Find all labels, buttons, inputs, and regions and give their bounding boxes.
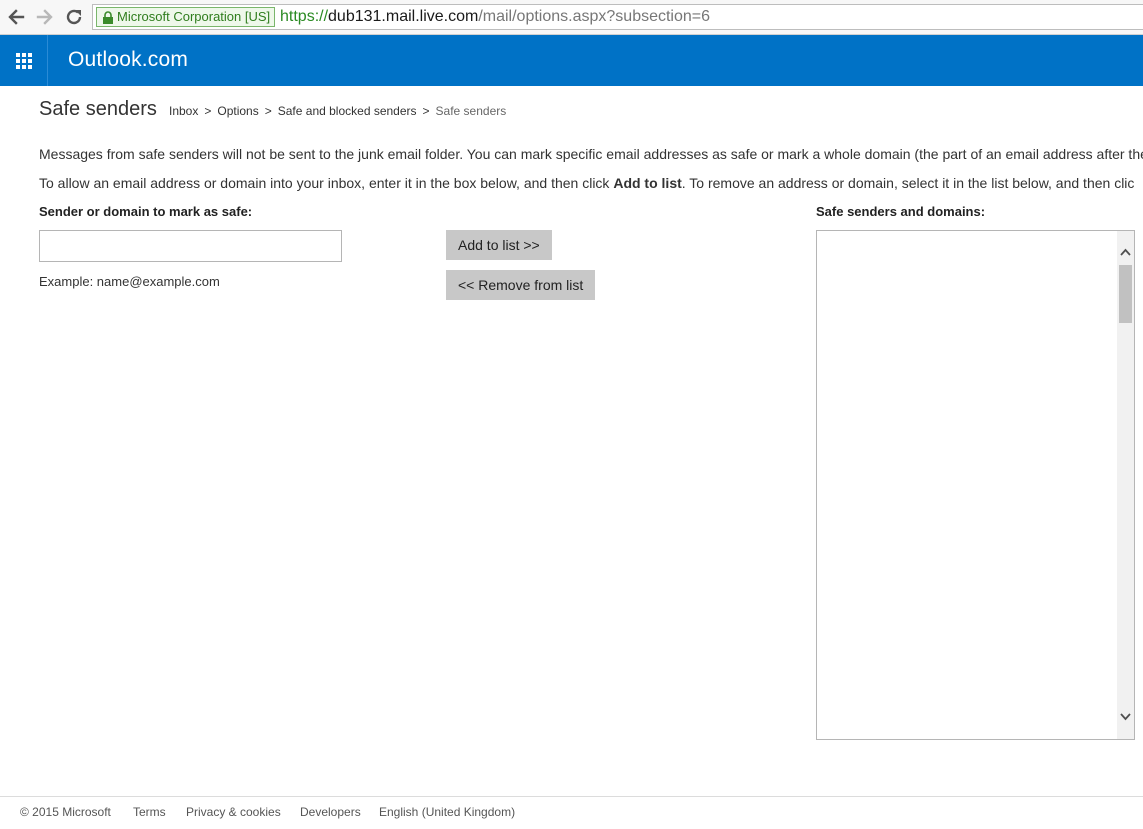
instructions-add-to-list: Add to list xyxy=(613,175,682,191)
ev-certificate-badge[interactable]: Microsoft Corporation [US] xyxy=(96,7,276,29)
scroll-thumb[interactable] xyxy=(1119,265,1132,323)
url-path: /mail/options.aspx?subsection=6 xyxy=(478,8,711,25)
app-header: Outlook.com xyxy=(0,35,1143,86)
address-bar[interactable]: Microsoft Corporation [US] https://dub13… xyxy=(92,4,1143,30)
ev-badge-text: Microsoft Corporation [US] xyxy=(117,9,271,24)
footer-developers-link[interactable]: Developers xyxy=(300,804,361,820)
scroll-down-icon[interactable] xyxy=(1117,708,1134,725)
breadcrumb-current: Safe senders xyxy=(435,104,507,118)
safe-list-label: Safe senders and domains: xyxy=(816,204,986,219)
breadcrumb-inbox[interactable]: Inbox xyxy=(169,104,198,118)
page-footer: © 2015 Microsoft Terms Privacy & cookies… xyxy=(0,796,1143,829)
brand-title[interactable]: Outlook.com xyxy=(68,47,188,73)
sender-input-label: Sender or domain to mark as safe: xyxy=(39,204,253,219)
footer-language-link[interactable]: English (United Kingdom) xyxy=(379,804,515,820)
app-launcher-button[interactable] xyxy=(0,35,48,86)
footer-terms-link[interactable]: Terms xyxy=(133,804,166,820)
sender-input[interactable] xyxy=(39,230,342,262)
description-safe-senders: Messages from safe senders will not be s… xyxy=(39,146,1143,162)
back-arrow-icon[interactable] xyxy=(5,6,27,28)
instructions-text-post: . To remove an address or domain, select… xyxy=(681,175,1135,191)
url-scheme: https:// xyxy=(280,8,329,25)
footer-privacy-link[interactable]: Privacy & cookies xyxy=(186,804,281,820)
forward-arrow-icon[interactable] xyxy=(34,6,56,28)
page-title: Safe senders xyxy=(39,98,157,120)
reload-icon[interactable] xyxy=(63,6,85,28)
waffle-grid-icon xyxy=(16,53,32,69)
footer-copyright: © 2015 Microsoft xyxy=(20,805,111,819)
scroll-up-icon[interactable] xyxy=(1117,244,1134,261)
breadcrumb-separator: > xyxy=(204,104,212,118)
remove-from-list-button[interactable]: << Remove from list xyxy=(446,270,596,300)
browser-toolbar: Microsoft Corporation [US] https://dub13… xyxy=(0,0,1143,35)
add-to-list-button[interactable]: Add to list >> xyxy=(446,230,552,260)
breadcrumb-separator: > xyxy=(264,104,272,118)
breadcrumb-separator: > xyxy=(422,104,430,118)
breadcrumb: Inbox > Options > Safe and blocked senders > S… xyxy=(169,103,506,119)
listbox-scrollbar[interactable] xyxy=(1117,231,1134,739)
url-host: dub131.mail.live.com xyxy=(328,8,479,25)
breadcrumb-safe-and-blocked-senders[interactable]: Safe and blocked senders xyxy=(278,104,417,118)
url-text: https://dub131.mail.live.com/mail/option… xyxy=(280,5,710,29)
instructions-text-pre: To allow an email address or domain into… xyxy=(39,175,614,191)
lock-icon xyxy=(102,11,114,29)
safe-senders-listbox[interactable] xyxy=(816,230,1135,740)
breadcrumb-options[interactable]: Options xyxy=(217,104,258,118)
description-instructions: To allow an email address or domain into… xyxy=(39,174,1143,192)
input-example-hint: Example: name@example.com xyxy=(39,274,220,289)
